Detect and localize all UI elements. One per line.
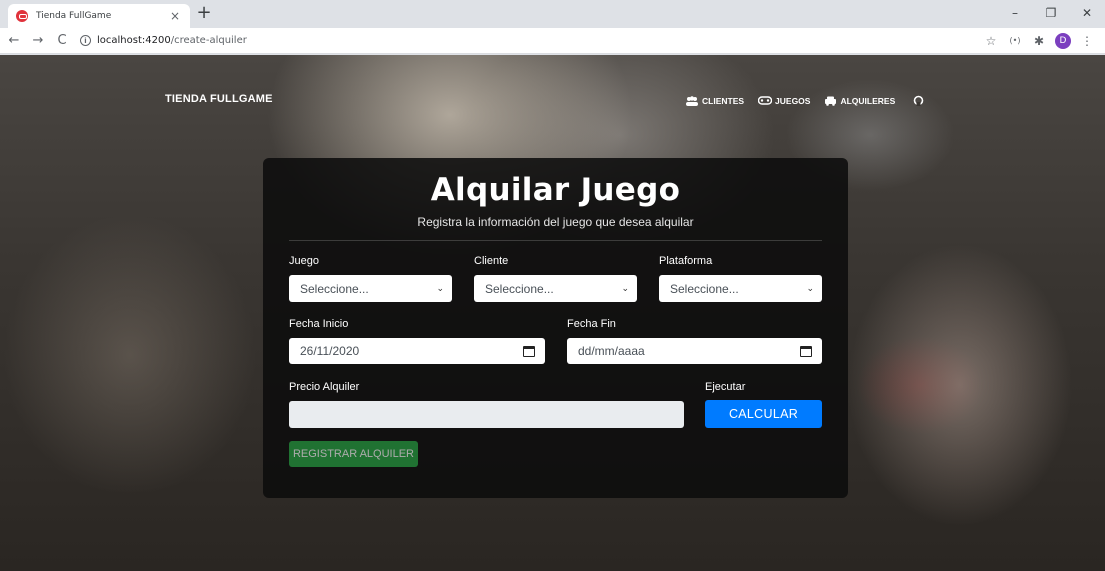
bookmark-star-icon[interactable]: ☆ [979,31,1003,51]
address-bar[interactable]: i localhost:4200/create-alquiler [80,31,979,51]
window-controls: – ❐ ✕ [997,0,1105,28]
gamepad-favicon-icon [16,10,28,22]
nav-juegos[interactable]: JUEGOS [758,96,810,106]
juego-select[interactable]: Seleccione... ⌄ [289,275,452,302]
registrar-alquiler-button[interactable]: REGISTRAR ALQUILER [289,441,418,467]
extension-icon[interactable]: (•) [1003,31,1027,51]
plataforma-label: Plataforma [659,255,713,267]
page-title: Alquilar Juego [430,172,681,208]
profile-avatar[interactable]: D [1051,31,1075,51]
url-text: localhost:4200/create-alquiler [97,35,247,46]
precio-label: Precio Alquiler [289,381,360,393]
nav-alquileres-label: ALQUILERES [840,95,896,106]
profile-initial: D [1055,32,1071,49]
close-window-button[interactable]: ✕ [1069,0,1105,26]
fecha-fin-placeholder: dd/mm/aaaa [578,344,645,358]
car-icon [825,96,837,106]
github-icon[interactable] [913,95,924,106]
chevron-down-icon: ⌄ [806,283,814,293]
plataforma-select[interactable]: Seleccione... ⌄ [659,275,822,302]
nav-clientes-label: CLIENTES [702,95,745,106]
calendar-icon[interactable] [800,345,812,357]
forward-button[interactable]: → [28,31,48,51]
nav-clientes[interactable]: CLIENTES [685,96,744,106]
users-icon [686,95,698,106]
chevron-down-icon: ⌄ [436,283,444,293]
cliente-label: Cliente [474,255,509,267]
back-button[interactable]: ← [4,31,24,51]
juego-label: Juego [289,255,319,267]
new-tab-button[interactable]: + [194,3,214,23]
juego-select-value: Seleccione... [300,281,369,296]
fecha-inicio-value: 26/11/2020 [300,344,360,358]
fecha-fin-label: Fecha Fin [567,318,616,330]
url-host: localhost:4200 [97,35,171,46]
restore-button[interactable]: ❐ [1033,0,1069,26]
calendar-icon[interactable] [523,345,535,357]
chevron-down-icon: ⌄ [621,283,629,293]
navbar-menu: CLIENTES JUEGOS ALQUILERES [685,95,924,106]
precio-input [289,401,684,428]
menu-icon[interactable]: ⋮ [1075,31,1099,51]
page-viewport: TIENDA FULLGAME CLIENTES JUEGOS ALQUILER… [0,55,1105,571]
minimize-button[interactable]: – [997,0,1033,26]
calcular-button[interactable]: CALCULAR [705,400,822,428]
toolbar-actions: ☆ (•) ✱ D ⋮ [979,31,1099,51]
plataforma-select-value: Seleccione... [670,281,739,296]
reload-button[interactable]: C [52,31,72,51]
divider [289,240,822,241]
browser-toolbar: ← → C i localhost:4200/create-alquiler ☆… [0,28,1105,54]
navbar-brand[interactable]: TIENDA FULLGAME [165,93,273,105]
fecha-fin-input[interactable]: dd/mm/aaaa [567,338,822,364]
browser-tabstrip: Tienda FullGame × + – ❐ ✕ [0,0,1105,28]
fecha-inicio-input[interactable]: 26/11/2020 [289,338,545,364]
alquiler-form-card: Alquilar Juego Registra la información d… [263,158,848,498]
url-path: /create-alquiler [170,35,247,46]
tab-title: Tienda FullGame [36,11,112,21]
puzzle-icon[interactable]: ✱ [1027,31,1051,51]
browser-tab[interactable]: Tienda FullGame × [8,4,190,28]
page-subtitle: Registra la información del juego que de… [417,215,694,229]
cliente-select[interactable]: Seleccione... ⌄ [474,275,637,302]
cliente-select-value: Seleccione... [485,281,554,296]
info-icon[interactable]: i [80,35,91,46]
nav-juegos-label: JUEGOS [775,95,811,106]
nav-alquileres[interactable]: ALQUILERES [824,96,895,106]
gamepad-icon [758,96,773,105]
close-tab-icon[interactable]: × [168,9,182,23]
fecha-inicio-label: Fecha Inicio [289,318,349,330]
ejecutar-label: Ejecutar [705,381,746,393]
